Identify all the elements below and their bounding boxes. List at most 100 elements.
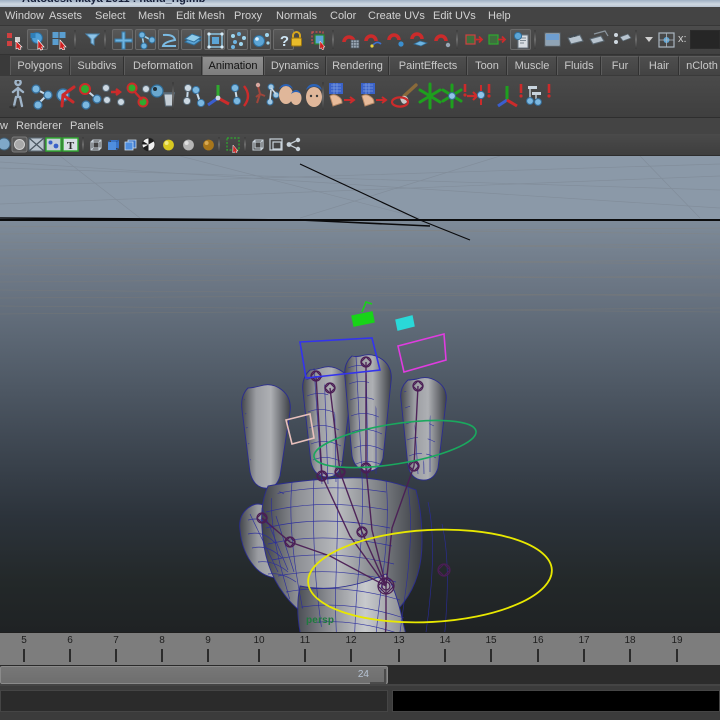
time-tick-label: 16 <box>532 635 544 646</box>
viewport-scene[interactable] <box>0 156 720 632</box>
range-slider-grip[interactable] <box>370 669 386 684</box>
chevron-down-icon[interactable] <box>643 29 655 50</box>
range-end-value[interactable]: 24 <box>358 669 369 680</box>
shelf-tab-ncloth[interactable]: nCloth <box>679 56 720 75</box>
text-overlay-icon[interactable]: T <box>62 136 79 153</box>
image-plane-icon[interactable] <box>45 136 62 153</box>
smooth-shade-selected-icon[interactable] <box>123 136 140 153</box>
panel-menu-w[interactable]: w <box>0 119 12 133</box>
isolate-select-icon[interactable] <box>225 136 242 153</box>
grid-snap-icon[interactable] <box>340 29 361 50</box>
ipr-render-icon[interactable] <box>565 29 586 50</box>
time-tick-label: 9 <box>205 635 211 646</box>
time-slider[interactable]: 5 6 7 8 9 10 11 12 13 14 15 16 17 18 19 <box>0 632 720 666</box>
ring-finger-ctrl[interactable] <box>395 315 415 331</box>
time-tick <box>583 649 585 662</box>
shelf-tab-painteffects[interactable]: PaintEffects <box>389 56 467 75</box>
menu-item-proxy[interactable]: Proxy <box>229 9 267 23</box>
xray-shading-icon[interactable] <box>285 136 302 153</box>
two-sided-lighting-icon[interactable] <box>268 136 285 153</box>
shelf-tab-fur[interactable]: Fur <box>601 56 639 75</box>
lighting-icon[interactable] <box>11 136 28 153</box>
connect-node-icon[interactable] <box>135 29 156 50</box>
time-tick <box>69 649 71 662</box>
point-snap-magnet-icon[interactable] <box>386 29 407 50</box>
surface-snap-icon[interactable] <box>181 29 203 50</box>
move-tool-icon[interactable] <box>112 29 133 50</box>
plane-snap-magnet-icon[interactable] <box>409 29 430 50</box>
use-default-light-icon[interactable] <box>160 136 177 153</box>
time-tick-label: 7 <box>113 635 119 646</box>
menu-item-assets[interactable]: Assets <box>44 9 87 23</box>
selection-mask-icon[interactable] <box>82 29 103 50</box>
shelf-tab-animation[interactable]: Animation <box>202 56 264 75</box>
shelf-tab-rendering[interactable]: Rendering <box>326 56 389 75</box>
menu-item-edit-mesh[interactable]: Edit Mesh <box>171 9 230 23</box>
menu-item-edit-uvs[interactable]: Edit UVs <box>428 9 481 23</box>
set-driven-key-icon[interactable] <box>522 80 554 112</box>
lock-icon[interactable] <box>286 29 307 50</box>
pinky-finger-ctrl[interactable] <box>397 332 447 374</box>
curve-snap-icon[interactable] <box>158 29 179 50</box>
finger-index <box>241 384 291 489</box>
finger-pinky <box>400 377 447 481</box>
render-settings-icon[interactable] <box>611 29 632 50</box>
transform-x-input[interactable] <box>690 30 720 49</box>
hardware-texturing-icon[interactable] <box>140 136 157 153</box>
menu-item-help[interactable]: Help <box>483 9 516 23</box>
mirror-skin-weights-icon[interactable] <box>358 80 390 112</box>
command-input[interactable] <box>0 690 388 712</box>
time-tick-label: 15 <box>485 635 497 646</box>
panel-menu-panels[interactable]: Panels <box>66 119 108 133</box>
shadows-icon[interactable] <box>200 136 217 153</box>
particles-icon[interactable] <box>227 29 248 50</box>
middle-finger-ctrl[interactable] <box>351 311 375 327</box>
horizon-axis-line <box>0 217 431 227</box>
menu-item-mesh[interactable]: Mesh <box>133 9 170 23</box>
curve-snap-magnet-icon[interactable] <box>363 29 384 50</box>
menu-item-create-uvs[interactable]: Create UVs <box>363 9 430 23</box>
bounding-box-icon[interactable] <box>251 136 268 153</box>
input-selection-icon[interactable] <box>309 29 330 50</box>
time-tick-label: 6 <box>67 635 73 646</box>
wireframe-icon[interactable] <box>89 136 106 153</box>
set-key-translate-icon[interactable] <box>462 80 494 112</box>
range-slider-bar: 24 <box>0 666 720 684</box>
menu-item-window[interactable]: Window <box>0 9 49 23</box>
menu-item-normals[interactable]: Normals <box>271 9 322 23</box>
set-key-rotate-icon[interactable] <box>492 80 524 112</box>
shelf-tab-muscle[interactable]: Muscle <box>507 56 557 75</box>
shelf-tab-dynamics[interactable]: Dynamics <box>264 56 326 75</box>
shelf-tab-deformation[interactable]: Deformation <box>124 56 202 75</box>
shelf-tab-fluids[interactable]: Fluids <box>557 56 601 75</box>
render-current-frame-icon[interactable] <box>542 29 563 50</box>
menu-item-color[interactable]: Color <box>325 9 361 23</box>
select-component-icon[interactable] <box>50 29 71 50</box>
perspective-viewport[interactable]: persp <box>0 156 720 632</box>
shelf-tab-subdivs[interactable]: Subdivs <box>70 56 124 75</box>
playback-range-slider[interactable]: 24 <box>0 666 388 684</box>
input-connections-icon[interactable] <box>464 29 485 50</box>
view-plane-snap-icon[interactable] <box>432 29 453 50</box>
absolute-transform-icon[interactable] <box>656 29 677 50</box>
panel-menu-renderer[interactable]: Renderer <box>12 119 66 133</box>
time-tick <box>258 649 260 662</box>
middle-finger-ctrl-handle[interactable] <box>361 301 373 313</box>
command-output[interactable] <box>392 690 720 712</box>
menu-item-select[interactable]: Select <box>90 9 131 23</box>
texture-icon[interactable] <box>28 136 45 153</box>
point-snap-icon[interactable] <box>250 29 271 50</box>
use-all-lights-icon[interactable] <box>180 136 197 153</box>
select-object-icon[interactable] <box>27 29 48 51</box>
construction-history-icon[interactable] <box>510 29 531 50</box>
select-hierarchy-icon[interactable] <box>4 29 25 50</box>
copy-skin-weights-icon[interactable] <box>326 80 358 112</box>
shelf-tab-hair[interactable]: Hair <box>639 56 679 75</box>
smooth-shade-all-icon[interactable] <box>106 136 123 153</box>
shelf-tab-polygons[interactable]: Polygons <box>10 56 70 75</box>
output-connections-icon[interactable] <box>487 29 508 50</box>
lattice-icon[interactable] <box>204 29 225 50</box>
render-sequence-icon[interactable] <box>588 29 609 50</box>
hand-mesh[interactable] <box>239 353 451 632</box>
shelf-tab-toon[interactable]: Toon <box>467 56 507 75</box>
